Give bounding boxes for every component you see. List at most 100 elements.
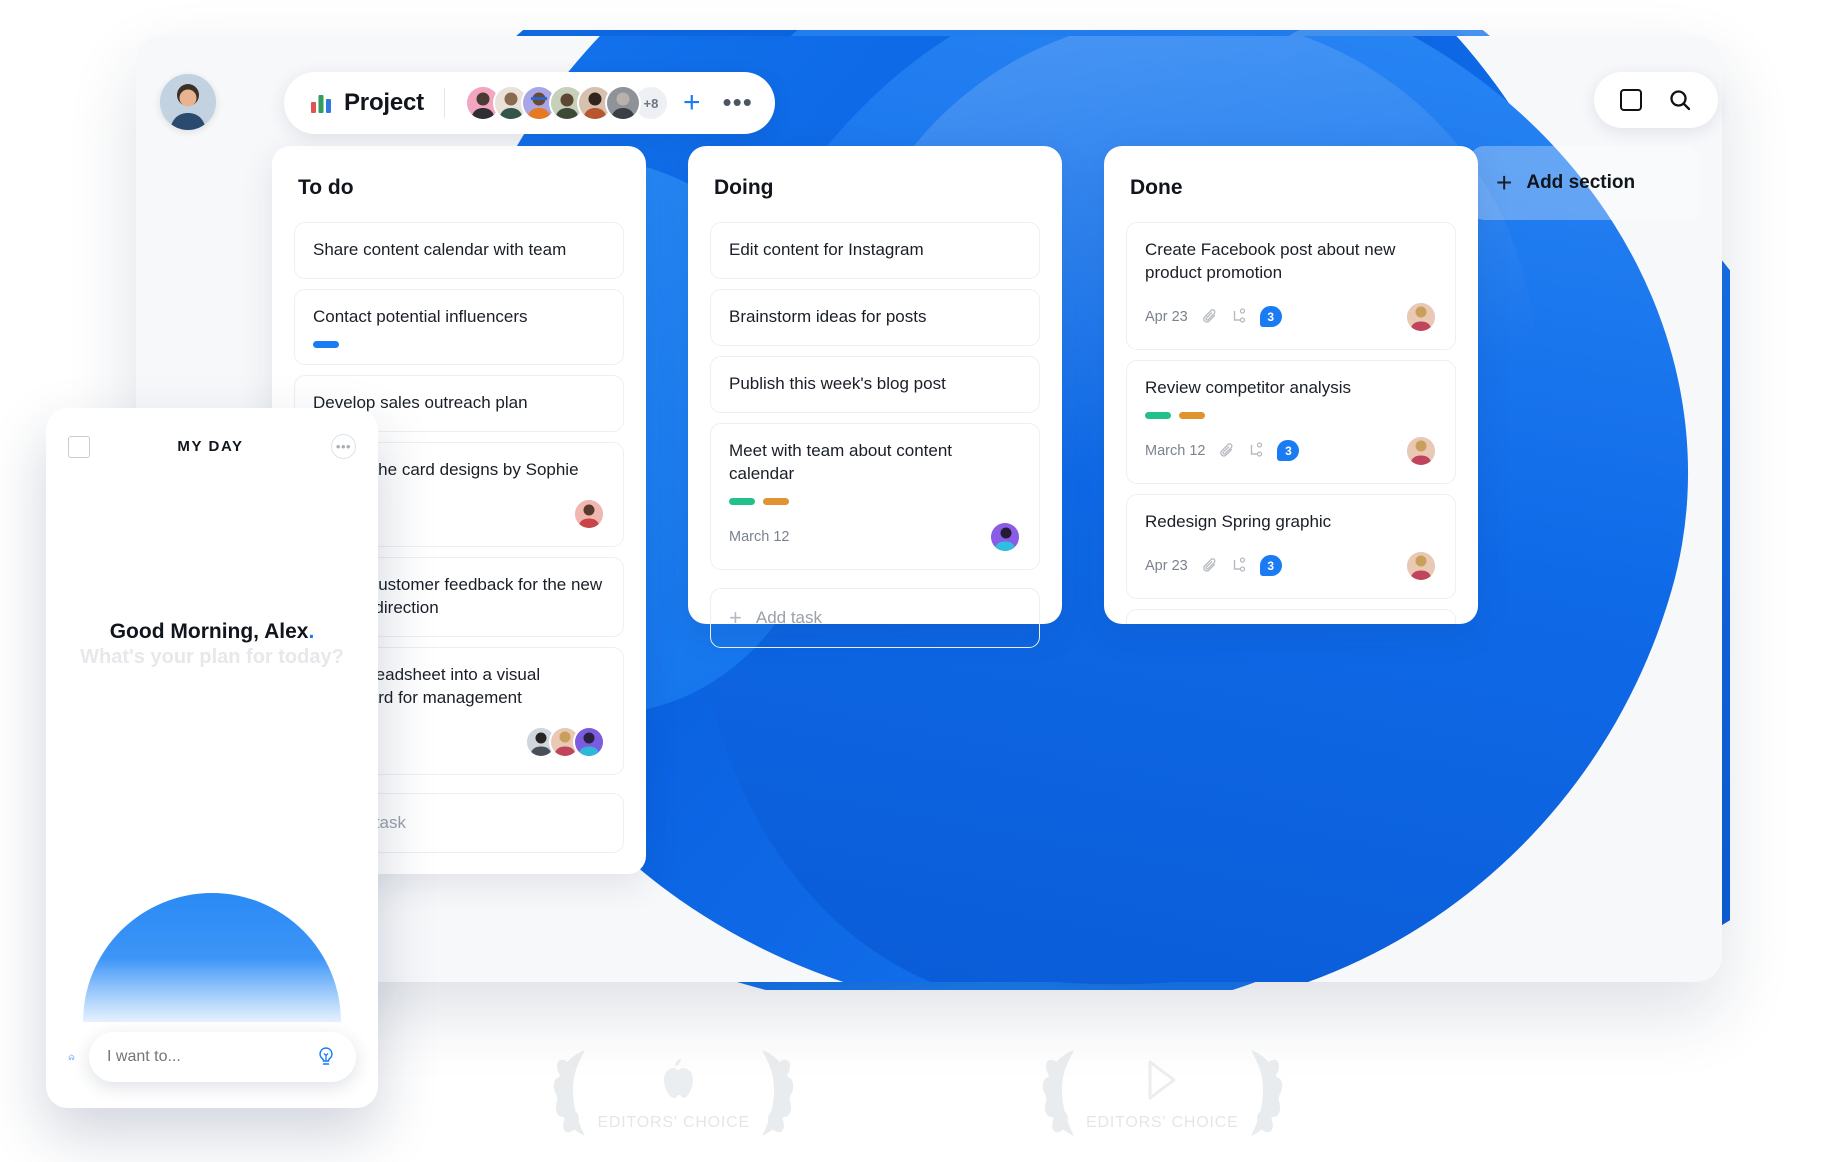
- laurel-left-icon: [1042, 1050, 1074, 1136]
- task-title: Publish this week's blog post: [729, 373, 946, 393]
- my-day-header: MY DAY •••: [46, 408, 378, 459]
- subtask-icon: [1248, 442, 1265, 459]
- board-column-done: Done Create Facebook post about new prod…: [1104, 146, 1478, 624]
- avatar-image: [160, 74, 216, 130]
- greeting-block: Good Morning, Alex. What's your plan for…: [46, 620, 378, 669]
- project-toolbar: Project +8 + •••: [284, 72, 775, 134]
- add-section-plus-icon: +: [1496, 167, 1513, 198]
- subtask-icon: [1231, 308, 1248, 325]
- my-day-title: MY DAY: [177, 438, 244, 455]
- my-day-input[interactable]: [107, 1048, 314, 1066]
- award-google-play-editors-choice: EDITORS' CHOICE: [1034, 1048, 1291, 1140]
- task-card[interactable]: Create Facebook post about new product p…: [1126, 222, 1456, 350]
- user-avatar[interactable]: [160, 74, 216, 130]
- task-tag: [763, 497, 789, 505]
- assignee-avatar[interactable]: [989, 520, 1021, 553]
- award-content: EDITORS' CHOICE: [597, 1056, 750, 1132]
- assignee-avatar[interactable]: [573, 497, 605, 530]
- comment-count-badge: 3: [1277, 440, 1300, 462]
- laurel-left-icon: [554, 1050, 586, 1136]
- add-member-button[interactable]: +: [683, 88, 701, 118]
- paperclip-icon: [1202, 557, 1219, 574]
- subtask-icon: [1231, 557, 1248, 574]
- column-cards: Edit content for Instagram Brainstorm id…: [710, 222, 1040, 570]
- task-title: Contact potential influencers: [313, 306, 528, 326]
- more-dots-icon[interactable]: •••: [331, 434, 356, 459]
- task-date: March 12: [1145, 442, 1206, 459]
- board-column-doing: Doing Edit content for Instagram Brainst…: [688, 146, 1062, 648]
- assignee-avatar[interactable]: [1405, 434, 1437, 467]
- greeting-text: Good Morning, Alex: [109, 620, 309, 643]
- greeting-secondary: What's your plan for today?: [80, 646, 344, 668]
- task-card[interactable]: Share content calendar with team: [294, 222, 624, 279]
- task-title: Redesign Spring graphic: [1145, 511, 1332, 531]
- task-tag: [729, 497, 755, 505]
- award-label: EDITORS' CHOICE: [597, 1114, 750, 1131]
- task-card[interactable]: Redesign Spring graphic Apr 23 3: [1126, 493, 1456, 599]
- award-apple-editors-choice: EDITORS' CHOICE: [545, 1048, 802, 1140]
- paperclip-icon: [1219, 442, 1236, 459]
- task-tag: [313, 340, 339, 348]
- page-stage: Project +8 + ••• + Add section To do Sha…: [0, 0, 1836, 1162]
- column-title: Done: [1130, 176, 1183, 199]
- laurel-right-icon: [762, 1050, 794, 1136]
- project-more-button[interactable]: •••: [723, 90, 753, 115]
- award-label: EDITORS' CHOICE: [1086, 1114, 1239, 1131]
- task-title: Edit content for Instagram: [729, 240, 924, 259]
- task-date: March 12: [729, 528, 790, 545]
- search-icon[interactable]: [1668, 88, 1692, 112]
- task-tags: [1145, 411, 1437, 419]
- task-card[interactable]: Meet with team about content calendar Ma…: [710, 422, 1040, 570]
- paperclip-icon: [1202, 308, 1219, 325]
- greeting-primary: Good Morning, Alex.: [46, 620, 378, 644]
- assignee-avatar[interactable]: [1405, 300, 1437, 333]
- checkbox-icon[interactable]: [68, 435, 90, 458]
- home-icon[interactable]: [68, 1044, 75, 1070]
- add-section-label: Add section: [1526, 172, 1636, 193]
- add-section-button[interactable]: + Add section: [1470, 146, 1700, 220]
- task-title: Create Facebook post about new product p…: [1145, 240, 1396, 282]
- my-day-panel: MY DAY ••• Good Morning, Alex. What's yo…: [46, 408, 378, 1108]
- comment-count-badge: 3: [1259, 306, 1282, 328]
- task-meta: March 12: [729, 520, 1021, 553]
- task-date: Apr 23: [1145, 308, 1188, 325]
- task-date: Apr 23: [1145, 557, 1188, 574]
- task-meta: Apr 23 3: [1145, 549, 1437, 582]
- task-card[interactable]: Review competitor analysis March 12 3: [1126, 359, 1456, 484]
- task-tags: [729, 497, 1021, 505]
- task-card[interactable]: Edit content for Instagram: [710, 222, 1040, 279]
- task-card[interactable]: Publish this week's blog post: [710, 355, 1040, 413]
- comment-count-badge: 3: [1259, 555, 1282, 577]
- column-title: Doing: [714, 176, 774, 199]
- square-icon[interactable]: [1620, 89, 1642, 111]
- task-card[interactable]: Contact potential influencers: [294, 288, 624, 365]
- laurel-right-icon: [1250, 1050, 1282, 1136]
- task-tags: [313, 340, 605, 348]
- project-title: Project: [344, 89, 424, 116]
- column-title: To do: [298, 176, 354, 199]
- my-day-footer: [46, 1032, 378, 1082]
- add-task-plus-icon: +: [729, 604, 742, 630]
- task-title: Brainstorm ideas for posts: [729, 306, 927, 326]
- award-content: EDITORS' CHOICE: [1086, 1056, 1239, 1132]
- task-card[interactable]: Brainstorm ideas for posts: [710, 288, 1040, 346]
- assignee-avatar[interactable]: [573, 725, 605, 758]
- apple-icon: [663, 1059, 693, 1098]
- google-play-icon: [1148, 1060, 1176, 1100]
- add-task-button-doing[interactable]: + Add task: [710, 587, 1040, 648]
- lightbulb-icon[interactable]: [314, 1045, 338, 1069]
- task-title: Share content calendar with team: [313, 240, 567, 259]
- my-day-input-wrap[interactable]: [89, 1032, 356, 1082]
- member-avatar-stack[interactable]: +8: [464, 85, 669, 121]
- window-controls: [1594, 72, 1718, 128]
- member-avatar[interactable]: [604, 85, 641, 121]
- assignee-avatar[interactable]: [1405, 549, 1437, 582]
- task-tag: [1145, 411, 1171, 419]
- add-task-label: Add task: [755, 607, 823, 627]
- task-meta: March 12 3: [1145, 434, 1437, 467]
- task-meta: Apr 23 3: [1145, 300, 1437, 333]
- task-card[interactable]: Send email to Sara about blog: [1126, 608, 1456, 624]
- column-cards: Create Facebook post about new product p…: [1126, 222, 1456, 624]
- task-title: Review competitor analysis: [1145, 377, 1351, 397]
- greeting-dot: .: [308, 620, 315, 643]
